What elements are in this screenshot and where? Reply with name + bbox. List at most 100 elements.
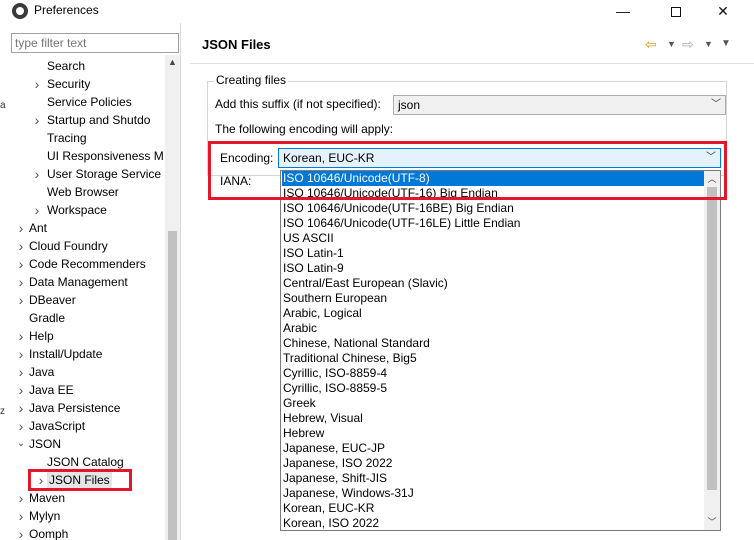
scroll-up-icon[interactable]: ︿ — [704, 171, 720, 187]
tree-item[interactable]: › Help — [7, 327, 165, 345]
tree-item[interactable]: ⌄ JSON — [7, 435, 165, 453]
encoding-option[interactable]: Korean, EUC-KR — [282, 501, 706, 516]
tree-item-label: Oomph — [29, 527, 69, 540]
title-bar: Preferences — ✕ — [0, 0, 754, 23]
close-button[interactable]: ✕ — [700, 0, 746, 23]
chevron-right-icon[interactable]: › — [15, 219, 27, 237]
back-arrow-icon[interactable]: ⇦ — [645, 36, 657, 53]
chevron-right-icon[interactable]: › — [31, 165, 43, 183]
tree-item-label: DBeaver — [29, 293, 76, 307]
tree-item[interactable]: › DBeaver — [7, 291, 165, 309]
chevron-down-icon[interactable]: ⌄ — [15, 435, 27, 453]
back-dropdown-icon[interactable]: ▼ — [667, 39, 676, 49]
forward-arrow-icon[interactable]: ⇨ — [682, 36, 694, 53]
tree-item[interactable]: JSON Catalog — [7, 453, 165, 471]
encoding-option[interactable]: ISO Latin-1 — [282, 246, 706, 261]
suffix-combo[interactable]: json ﹀ — [393, 95, 726, 115]
scroll-down-icon[interactable]: ﹀ — [704, 514, 720, 530]
chevron-right-icon[interactable]: › — [31, 75, 43, 93]
tree-item[interactable]: Gradle — [7, 309, 165, 327]
tree-item[interactable]: › Java EE — [7, 381, 165, 399]
encoding-option[interactable]: Arabic — [282, 321, 706, 336]
encoding-option[interactable]: Hebrew, Visual — [282, 411, 706, 426]
preferences-tree: Search › Security Service Policies › Startup … — [7, 57, 165, 540]
tree-item[interactable]: › Code Recommenders — [7, 255, 165, 273]
tree-item[interactable]: Tracing — [7, 129, 165, 147]
tree-item[interactable]: › Ant — [7, 219, 165, 237]
tree-scrollbar-thumb[interactable] — [168, 231, 177, 540]
encoding-option[interactable]: ISO 10646/Unicode(UTF-8) — [282, 171, 706, 186]
scroll-up-icon[interactable]: ▲ — [165, 55, 180, 70]
chevron-right-icon[interactable]: › — [15, 489, 27, 507]
tree-item[interactable]: › Startup and Shutdo — [7, 111, 165, 129]
chevron-right-icon[interactable]: › — [15, 237, 27, 255]
tree-item-label: Install/Update — [29, 347, 103, 361]
chevron-right-icon[interactable]: › — [31, 201, 43, 219]
encoding-option[interactable]: ISO 10646/Unicode(UTF-16BE) Big Endian — [282, 201, 706, 216]
tree-item[interactable]: UI Responsiveness M — [7, 147, 165, 165]
filter-input[interactable] — [11, 33, 179, 53]
encoding-option[interactable]: Arabic, Logical — [282, 306, 706, 321]
tree-item[interactable]: › Mylyn — [7, 507, 165, 525]
encoding-option[interactable]: ISO Latin-9 — [282, 261, 706, 276]
encoding-option[interactable]: Japanese, EUC-JP — [282, 441, 706, 456]
encoding-option[interactable]: Korean, ISO 2022 — [282, 516, 706, 530]
tree-item[interactable]: › Oomph — [7, 525, 165, 540]
encoding-option[interactable]: Chinese, National Standard — [282, 336, 706, 351]
chevron-right-icon[interactable]: › — [15, 273, 27, 291]
tree-item[interactable]: › Security — [7, 75, 165, 93]
tree-item[interactable]: › JavaScript — [7, 417, 165, 435]
tree-item[interactable]: › Java — [7, 363, 165, 381]
tree-item-label: Security — [47, 77, 91, 91]
dropdown-scrollbar[interactable]: ︿ ﹀ — [704, 171, 720, 530]
encoding-combo[interactable]: Korean, EUC-KR ﹀ — [278, 148, 721, 168]
encoding-option[interactable]: Cyrillic, ISO-8859-5 — [282, 381, 706, 396]
chevron-right-icon[interactable]: › — [15, 417, 27, 435]
tree-item[interactable]: › Data Management — [7, 273, 165, 291]
encoding-option[interactable]: Japanese, Windows-31J — [282, 486, 706, 501]
encoding-option[interactable]: ISO 10646/Unicode(UTF-16) Big Endian — [282, 186, 706, 201]
tree-scrollbar[interactable]: ▲ — [165, 55, 180, 540]
tree-item[interactable]: Web Browser — [7, 183, 165, 201]
tree-item[interactable]: › Workspace — [7, 201, 165, 219]
tree-item-label: JavaScript — [29, 419, 86, 433]
encoding-option[interactable]: Japanese, ISO 2022 — [282, 456, 706, 471]
tree-item[interactable]: › User Storage Service — [7, 165, 165, 183]
encoding-option[interactable]: Japanese, Shift-JIS — [282, 471, 706, 486]
tree-item[interactable]: › Cloud Foundry — [7, 237, 165, 255]
chevron-right-icon[interactable]: › — [15, 255, 27, 273]
maximize-button[interactable] — [653, 0, 699, 23]
chevron-right-icon[interactable]: › — [15, 327, 27, 345]
tree-item[interactable]: › Java Persistence — [7, 399, 165, 417]
encoding-option[interactable]: Central/East European (Slavic) — [282, 276, 706, 291]
chevron-right-icon[interactable]: › — [15, 507, 27, 525]
group-title: Creating files — [214, 73, 289, 87]
tree-item[interactable]: Service Policies — [7, 93, 165, 111]
chevron-right-icon[interactable]: › — [35, 471, 47, 489]
tree-item[interactable]: › Install/Update — [7, 345, 165, 363]
dropdown-scrollbar-thumb[interactable] — [707, 187, 717, 490]
chevron-right-icon[interactable]: › — [15, 345, 27, 363]
tree-item[interactable]: › JSON Files — [7, 471, 165, 489]
tree-item[interactable]: › Maven — [7, 489, 165, 507]
chevron-right-icon[interactable]: › — [31, 111, 43, 129]
chevron-right-icon[interactable]: › — [15, 525, 27, 540]
encoding-value: Korean, EUC-KR — [283, 151, 375, 165]
tree-item-label: Gradle — [29, 311, 66, 325]
minimize-button[interactable]: — — [600, 0, 646, 23]
encoding-option[interactable]: US ASCII — [282, 231, 706, 246]
encoding-option[interactable]: Cyrillic, ISO-8859-4 — [282, 366, 706, 381]
forward-dropdown-icon[interactable]: ▼ — [704, 39, 713, 49]
tree-item[interactable]: Search — [7, 57, 165, 75]
encoding-option[interactable]: Hebrew — [282, 426, 706, 441]
chevron-right-icon[interactable]: › — [15, 291, 27, 309]
encoding-dropdown-list[interactable]: ISO 10646/Unicode(UTF-8) ISO 10646/Unicod… — [280, 170, 721, 531]
chevron-right-icon[interactable]: › — [15, 399, 27, 417]
view-menu-icon[interactable]: ▼ — [721, 38, 731, 49]
chevron-right-icon[interactable]: › — [15, 363, 27, 381]
encoding-option[interactable]: Greek — [282, 396, 706, 411]
encoding-option[interactable]: ISO 10646/Unicode(UTF-16LE) Little Endia… — [282, 216, 706, 231]
encoding-option[interactable]: Southern European — [282, 291, 706, 306]
encoding-option[interactable]: Traditional Chinese, Big5 — [282, 351, 706, 366]
chevron-right-icon[interactable]: › — [15, 381, 27, 399]
